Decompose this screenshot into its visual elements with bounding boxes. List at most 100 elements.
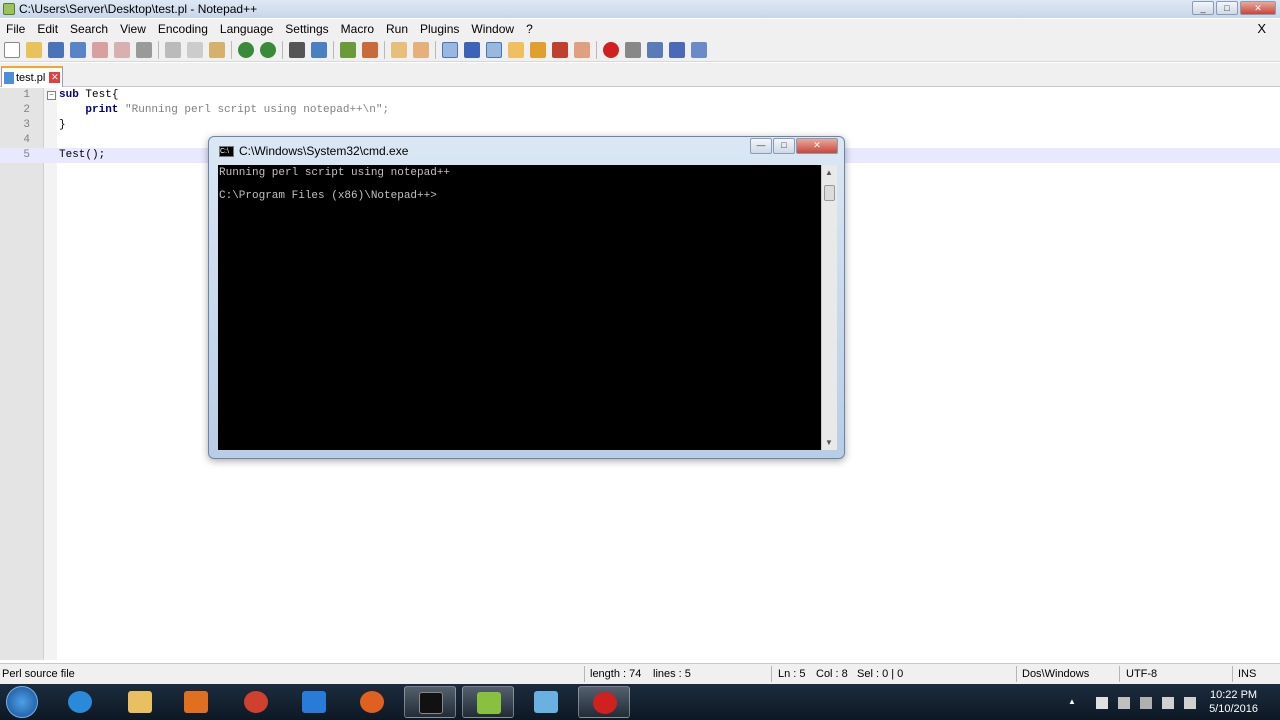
- volume-icon[interactable]: [1184, 697, 1196, 709]
- network-icon[interactable]: [1162, 697, 1174, 709]
- record-macro-icon[interactable]: [603, 41, 619, 58]
- code-line: 2 print "Running perl script using notep…: [0, 103, 1280, 118]
- sync-vertical-icon[interactable]: [391, 41, 407, 58]
- save-icon[interactable]: [48, 41, 64, 58]
- cmd-scrollbar[interactable]: ▲ ▼: [821, 165, 837, 450]
- app-tray-icon[interactable]: [1140, 697, 1152, 709]
- toolbar-separator: [435, 40, 436, 59]
- save-all-icon[interactable]: [70, 41, 86, 58]
- taskbar-notepadpp[interactable]: [462, 686, 514, 718]
- menu-plugins[interactable]: Plugins: [414, 22, 465, 36]
- cut-icon[interactable]: [165, 41, 181, 58]
- show-all-chars-icon[interactable]: [464, 41, 480, 58]
- sync-horizontal-icon[interactable]: [413, 41, 429, 58]
- paste-icon[interactable]: [209, 41, 225, 58]
- firefox-icon: [360, 691, 384, 713]
- close-button[interactable]: ✕: [1240, 1, 1276, 15]
- taskbar-firefox[interactable]: [346, 686, 398, 718]
- close-file-icon[interactable]: [92, 41, 108, 58]
- open-file-icon[interactable]: [26, 41, 42, 58]
- cmd-window[interactable]: C:\ C:\Windows\System32\cmd.exe — □ ✕ Ru…: [208, 136, 845, 459]
- menu-view[interactable]: View: [114, 22, 152, 36]
- menu-language[interactable]: Language: [214, 22, 279, 36]
- close-all-icon[interactable]: [114, 41, 130, 58]
- show-hidden-icons[interactable]: ▲: [1068, 697, 1080, 709]
- menu-macro[interactable]: Macro: [335, 22, 380, 36]
- copy-icon[interactable]: [187, 41, 203, 58]
- stop-macro-icon[interactable]: [625, 41, 641, 58]
- fold-collapse-icon[interactable]: −: [47, 91, 56, 100]
- zoom-out-icon[interactable]: [362, 41, 378, 58]
- status-encoding: UTF-8: [1126, 668, 1158, 680]
- windows-flag-icon[interactable]: [1096, 697, 1108, 709]
- indent-guide-icon[interactable]: [486, 41, 502, 58]
- doc-map-icon[interactable]: [530, 41, 546, 58]
- udl-icon[interactable]: [508, 41, 524, 58]
- cmd-console[interactable]: Running perl script using notepad++ C:\Pr…: [218, 165, 821, 450]
- taskbar-chrome[interactable]: [230, 686, 282, 718]
- tab-test-pl[interactable]: test.pl ✕: [1, 66, 63, 87]
- console-output-line: Running perl script using notepad++: [219, 167, 451, 179]
- chrome-icon: [244, 691, 268, 713]
- scroll-down-icon[interactable]: ▼: [825, 438, 833, 447]
- menu-bar: File Edit Search View Encoding Language …: [0, 19, 1280, 38]
- find-icon[interactable]: [289, 41, 305, 58]
- cmd-icon: [419, 692, 443, 714]
- run-macro-multiple-icon[interactable]: [669, 41, 685, 58]
- start-button[interactable]: [6, 686, 38, 718]
- recorder-icon: [593, 692, 617, 714]
- undo-icon[interactable]: [238, 41, 254, 58]
- new-file-icon[interactable]: [4, 41, 20, 58]
- folder-workspace-icon[interactable]: [574, 41, 590, 58]
- word-wrap-icon[interactable]: [442, 41, 458, 58]
- title-bar: C:\Users\Server\Desktop\test.pl - Notepa…: [0, 0, 1280, 18]
- menu-help[interactable]: ?: [520, 22, 539, 36]
- zoom-in-icon[interactable]: [340, 41, 356, 58]
- save-macro-icon[interactable]: [691, 41, 707, 58]
- redo-icon[interactable]: [260, 41, 276, 58]
- taskbar-ie[interactable]: [54, 686, 106, 718]
- taskbar-app[interactable]: [520, 686, 572, 718]
- status-file-type: Perl source file: [2, 668, 75, 680]
- status-eol: Dos\Windows: [1022, 668, 1090, 680]
- toolbar: [0, 38, 1280, 62]
- taskbar-media-player[interactable]: [170, 686, 222, 718]
- cmd-close-button[interactable]: ✕: [796, 138, 838, 154]
- toolbar-separator: [231, 40, 232, 59]
- tab-close-icon[interactable]: ✕: [49, 72, 61, 83]
- maximize-button[interactable]: □: [1216, 1, 1238, 15]
- menu-settings[interactable]: Settings: [279, 22, 334, 36]
- menu-run[interactable]: Run: [380, 22, 414, 36]
- scroll-up-icon[interactable]: ▲: [825, 168, 833, 177]
- clock-time: 10:22 PM: [1209, 689, 1258, 701]
- play-macro-icon[interactable]: [647, 41, 663, 58]
- minimize-button[interactable]: _: [1192, 1, 1214, 15]
- menu-search[interactable]: Search: [64, 22, 114, 36]
- taskbar-cmd[interactable]: [404, 686, 456, 718]
- print-icon[interactable]: [136, 41, 152, 58]
- scroll-thumb[interactable]: [824, 185, 835, 201]
- taskbar-snipping[interactable]: [288, 686, 340, 718]
- taskbar-explorer[interactable]: [114, 686, 166, 718]
- menu-encoding[interactable]: Encoding: [152, 22, 214, 36]
- code-keyword: print: [59, 104, 119, 116]
- function-list-icon[interactable]: [552, 41, 568, 58]
- menu-window[interactable]: Window: [465, 22, 520, 36]
- window-controls: _ □ ✕: [1192, 1, 1276, 15]
- code-line: 1 − sub Test{: [0, 88, 1280, 103]
- cmd-maximize-button[interactable]: □: [773, 138, 795, 154]
- cmd-title-bar[interactable]: C:\ C:\Windows\System32\cmd.exe: [219, 144, 408, 158]
- taskbar-clock[interactable]: 10:22 PM 5/10/2016: [1209, 688, 1258, 716]
- cmd-minimize-button[interactable]: —: [750, 138, 772, 154]
- replace-icon[interactable]: [311, 41, 327, 58]
- close-document-button[interactable]: X: [1251, 21, 1272, 36]
- taskbar-recorder[interactable]: [578, 686, 630, 718]
- code-text: }: [59, 119, 66, 131]
- line-number: 3: [23, 119, 30, 131]
- media-player-icon: [184, 691, 208, 713]
- menu-file[interactable]: File: [0, 22, 31, 36]
- action-center-icon[interactable]: [1118, 697, 1130, 709]
- menu-edit[interactable]: Edit: [31, 22, 64, 36]
- screen-capture-icon: [302, 691, 326, 713]
- code-text: Test();: [59, 149, 106, 161]
